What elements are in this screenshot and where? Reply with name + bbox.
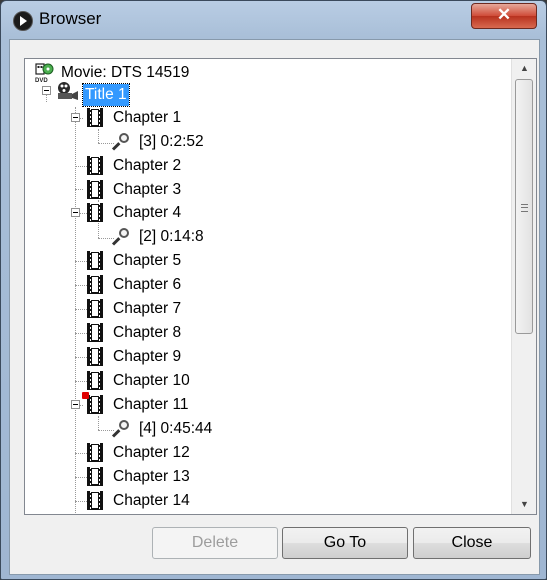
marker-label: [3] 0:2:52 xyxy=(139,133,204,150)
red-marker-icon xyxy=(82,392,89,399)
title-label: Title 1 xyxy=(82,83,130,107)
chapter-label: Chapter 10 xyxy=(113,372,190,389)
film-strip-icon xyxy=(87,491,103,510)
film-strip-icon xyxy=(87,395,103,414)
film-strip-icon xyxy=(87,156,103,175)
tree-node-marker[interactable]: [4] 0:45:44 xyxy=(137,418,214,440)
collapse-title-icon[interactable] xyxy=(42,86,51,95)
chapter-label: Chapter 7 xyxy=(113,300,182,317)
tree-line xyxy=(98,416,99,430)
magnifier-icon xyxy=(111,418,133,438)
film-strip-icon xyxy=(87,203,103,222)
chapter-label: Chapter 1 xyxy=(113,109,182,126)
chapter-label: Chapter 2 xyxy=(113,157,182,174)
tree-node-chapter[interactable]: Chapter 2 xyxy=(111,155,183,177)
browser-window: Browser ✕ DVD Movie: DTS 14519 Title 1 C… xyxy=(0,0,547,580)
film-strip-icon xyxy=(87,443,103,462)
scroll-thumb[interactable] xyxy=(515,79,533,334)
chapter-label: Chapter 8 xyxy=(113,324,182,341)
tree-node-chapter[interactable]: Chapter 13 xyxy=(111,466,192,488)
tree-node-chapter[interactable]: Chapter 14 xyxy=(111,490,192,512)
tree-line xyxy=(98,430,114,431)
tree-node-chapter[interactable]: Chapter 11 xyxy=(111,394,191,416)
chapter-label: Chapter 4 xyxy=(113,204,182,221)
film-strip-icon xyxy=(87,467,103,486)
film-strip-icon xyxy=(87,180,103,199)
go-to-button[interactable]: Go To xyxy=(282,527,408,559)
tree-line xyxy=(98,129,99,143)
chapter-label: Chapter 3 xyxy=(113,181,182,198)
grip-icon xyxy=(521,204,528,212)
marker-label: [2] 0:14:8 xyxy=(139,228,204,245)
title-bar[interactable]: Browser ✕ xyxy=(1,1,546,39)
scroll-down-icon[interactable]: ▼ xyxy=(512,495,536,513)
window-close-button[interactable]: ✕ xyxy=(471,3,537,29)
window-title: Browser xyxy=(39,9,102,28)
tree-line xyxy=(98,143,114,144)
film-strip-icon xyxy=(87,275,103,294)
film-strip-icon xyxy=(87,347,103,366)
tree-node-marker[interactable]: [2] 0:14:8 xyxy=(137,226,206,248)
marker-label: [4] 0:45:44 xyxy=(139,420,213,437)
tree-node-chapter[interactable]: Chapter 1 xyxy=(111,107,183,129)
delete-button[interactable]: Delete xyxy=(152,527,278,559)
chapter-label: Chapter 13 xyxy=(113,468,190,485)
tree-node-chapter[interactable]: Chapter 4 xyxy=(111,202,183,224)
magnifier-icon xyxy=(111,226,133,246)
tree-line xyxy=(98,238,114,239)
chapter-label: Chapter 5 xyxy=(113,252,182,269)
film-strip-icon xyxy=(87,371,103,390)
chapter-label: Chapter 12 xyxy=(113,444,190,461)
tree-node-chapter[interactable]: Chapter 3 xyxy=(111,179,183,201)
dvd-movie-icon: DVD xyxy=(35,63,54,83)
tree-node-title[interactable]: Title 1 xyxy=(82,83,130,107)
tree-node-chapter[interactable]: Chapter 12 xyxy=(111,442,192,464)
dialog-body: DVD Movie: DTS 14519 Title 1 Chapter 1 [… xyxy=(9,39,540,575)
film-strip-icon xyxy=(87,251,103,270)
film-strip-icon xyxy=(87,108,103,127)
svg-text:DVD: DVD xyxy=(35,78,48,83)
scroll-up-icon[interactable]: ▲ xyxy=(512,59,536,77)
film-strip-icon xyxy=(87,299,103,318)
collapse-chapter-icon[interactable] xyxy=(71,400,80,409)
chapter-label: Chapter 11 xyxy=(113,396,189,413)
film-reel-icon xyxy=(58,82,78,100)
tree-node-marker[interactable]: [3] 0:2:52 xyxy=(137,131,206,153)
tree-node-chapter[interactable]: Chapter 10 xyxy=(111,370,192,392)
chapter-label: Chapter 14 xyxy=(113,492,190,509)
collapse-chapter-icon[interactable] xyxy=(71,208,80,217)
tree-node-chapter[interactable]: Chapter 6 xyxy=(111,274,183,296)
tree-node-chapter[interactable]: Chapter 7 xyxy=(111,298,183,320)
chapter-tree[interactable]: DVD Movie: DTS 14519 Title 1 Chapter 1 [… xyxy=(24,58,537,515)
tree-line xyxy=(75,189,83,190)
close-button[interactable]: Close xyxy=(413,527,531,559)
collapse-chapter-icon[interactable] xyxy=(71,113,80,122)
tree-node-chapter[interactable]: Chapter 5 xyxy=(111,250,183,272)
tree-node-chapter[interactable]: Chapter 9 xyxy=(111,346,183,368)
tree-node-chapter[interactable]: Chapter 8 xyxy=(111,322,183,344)
tree-content: DVD Movie: DTS 14519 Title 1 Chapter 1 [… xyxy=(25,59,515,514)
app-play-icon xyxy=(13,11,33,31)
chapter-label: Chapter 9 xyxy=(113,348,182,365)
vertical-scrollbar[interactable]: ▲ ▼ xyxy=(511,59,536,514)
chapter-label: Chapter 6 xyxy=(113,276,182,293)
film-strip-icon xyxy=(87,323,103,342)
magnifier-icon xyxy=(111,131,133,151)
